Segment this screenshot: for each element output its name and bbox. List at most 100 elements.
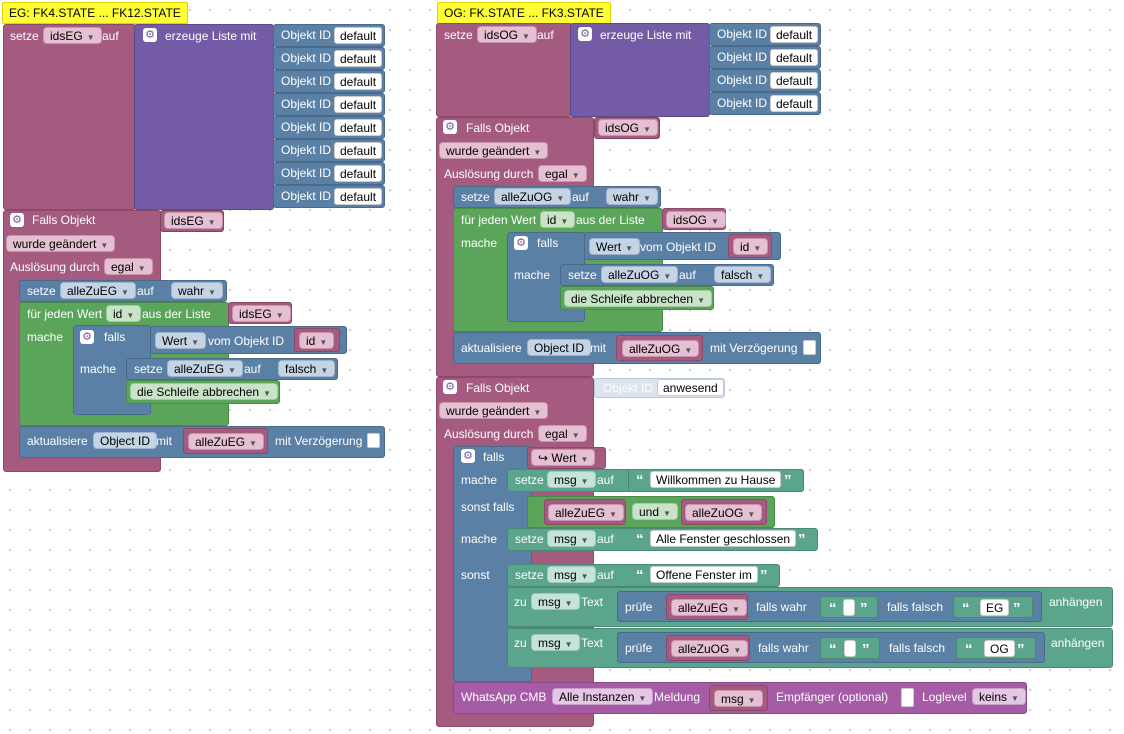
var-msg-dropdown[interactable]: msg ▼: [531, 634, 580, 651]
bool-true-dropdown[interactable]: wahr ▼: [171, 282, 223, 299]
var-msg-dropdown[interactable]: msg ▼: [714, 690, 763, 707]
break-dropdown[interactable]: die Schleife abbrechen ▼: [130, 383, 279, 400]
gear-icon[interactable]: ⚙: [443, 120, 457, 134]
comment-og[interactable]: OG: FK.STATE ... FK3.STATE: [437, 2, 611, 24]
var-alleZuEG-dropdown[interactable]: alleZuEG ▼: [671, 599, 747, 616]
bool-false-dropdown[interactable]: falsch ▼: [278, 360, 336, 377]
var-id-dropdown[interactable]: id ▼: [733, 238, 769, 255]
object-id-field[interactable]: default: [334, 188, 383, 205]
logic-op-dropdown[interactable]: und ▼: [632, 503, 678, 520]
set-label: setze: [515, 568, 544, 582]
object-id-field[interactable]: default: [334, 119, 383, 136]
text-EG[interactable]: EG: [980, 599, 1010, 616]
from-object-label: vom Objekt ID: [208, 334, 285, 348]
quote-open-icon: “: [829, 641, 837, 658]
quote-open-icon: “: [636, 472, 644, 489]
gear-icon[interactable]: ⚙: [143, 28, 157, 42]
text-welcome[interactable]: Willkommen zu Hause: [650, 471, 782, 488]
changed-dropdown[interactable]: wurde geändert ▼: [6, 235, 116, 252]
var-idsEG-dropdown[interactable]: idsEG ▼: [43, 27, 102, 44]
changed-dropdown[interactable]: wurde geändert ▼: [439, 142, 549, 159]
gear-icon[interactable]: ⚙: [443, 380, 457, 394]
append-label: anhängen: [1051, 636, 1105, 650]
var-idsEG-dropdown[interactable]: idsEG ▼: [164, 212, 223, 229]
whatsapp-label: WhatsApp CMB: [461, 690, 547, 704]
text-OG[interactable]: OG: [984, 640, 1015, 657]
comment-eg[interactable]: EG: FK4.STATE ... FK12.STATE: [2, 2, 188, 24]
object-id-label: Objekt ID: [717, 96, 768, 110]
var-alleZuEG-dropdown[interactable]: alleZuEG ▼: [548, 504, 624, 521]
changed-dropdown[interactable]: wurde geändert ▼: [439, 402, 549, 419]
to-label: auf: [137, 284, 154, 298]
value-type-dropdown[interactable]: Wert ▼: [589, 238, 641, 255]
var-msg-dropdown[interactable]: msg ▼: [531, 593, 580, 610]
set-label: setze: [515, 473, 544, 487]
gear-icon[interactable]: ⚙: [80, 330, 94, 344]
var-idsEG-dropdown[interactable]: idsEG ▼: [232, 305, 291, 322]
to-label: zu: [514, 595, 527, 609]
loop-var-dropdown[interactable]: id ▼: [540, 211, 576, 228]
object-id-field[interactable]: default: [334, 50, 383, 67]
var-msg-dropdown[interactable]: msg ▼: [547, 530, 596, 547]
object-id-field[interactable]: default: [334, 165, 383, 182]
object-id-field[interactable]: default: [770, 26, 819, 43]
if-label: falls: [483, 450, 505, 464]
object-id-dropdown[interactable]: Object ID: [527, 339, 592, 356]
object-id-field[interactable]: default: [334, 142, 383, 159]
quote-close-icon: ”: [798, 531, 806, 548]
var-alleZuEG-dropdown[interactable]: alleZuEG ▼: [188, 433, 264, 450]
trigger-by-label: Auslösung durch: [444, 167, 534, 181]
loglevel-dropdown[interactable]: keins ▼: [972, 688, 1026, 705]
text-open[interactable]: Offene Fenster im: [650, 566, 758, 583]
for-each-label: für jeden Wert: [461, 213, 537, 227]
var-alleZuOG-dropdown[interactable]: alleZuOG ▼: [622, 340, 700, 357]
var-alleZuOG-dropdown[interactable]: alleZuOG ▼: [671, 640, 749, 657]
recipient-label: Empfänger (optional): [776, 690, 889, 704]
var-msg-dropdown[interactable]: msg ▼: [547, 566, 596, 583]
var-alleZuEG-dropdown[interactable]: alleZuEG ▼: [167, 360, 243, 377]
recipient-socket[interactable]: [901, 688, 914, 707]
if-label: falls: [104, 330, 126, 344]
delay-checkbox[interactable]: [803, 340, 816, 355]
var-msg-dropdown[interactable]: msg ▼: [547, 471, 596, 488]
instances-dropdown[interactable]: Alle Instanzen ▼: [552, 688, 654, 705]
set-idsEG-block[interactable]: [3, 24, 136, 210]
object-id-field[interactable]: default: [334, 96, 383, 113]
text-empty[interactable]: [844, 640, 856, 657]
gear-icon[interactable]: ⚙: [10, 213, 24, 227]
var-alleZuOG-dropdown[interactable]: alleZuOG ▼: [494, 188, 572, 205]
text-empty[interactable]: [843, 599, 855, 616]
loop-var-dropdown[interactable]: id ▼: [106, 305, 142, 322]
object-id-field[interactable]: default: [334, 73, 383, 90]
with-delay-label: mit Verzögerung: [275, 434, 363, 448]
gear-icon[interactable]: ⚙: [461, 449, 475, 463]
var-alleZuEG-dropdown[interactable]: alleZuEG ▼: [60, 282, 136, 299]
bool-true-dropdown[interactable]: wahr ▼: [606, 188, 658, 205]
value-dropdown[interactable]: ↪ Wert ▼: [531, 449, 596, 466]
var-idsOG-dropdown[interactable]: idsOG ▼: [598, 119, 658, 136]
value-type-dropdown[interactable]: Wert ▼: [155, 332, 207, 349]
text-closed[interactable]: Alle Fenster geschlossen: [650, 530, 797, 547]
var-idsOG-dropdown[interactable]: idsOG ▼: [477, 26, 537, 43]
object-id-dropdown[interactable]: Object ID: [93, 432, 158, 449]
var-id-dropdown[interactable]: id ▼: [299, 332, 335, 349]
object-id-field[interactable]: default: [770, 95, 819, 112]
egal-dropdown[interactable]: egal ▼: [104, 258, 153, 275]
object-id-field[interactable]: anwesend: [657, 379, 724, 396]
object-id-field[interactable]: default: [770, 49, 819, 66]
egal-dropdown[interactable]: egal ▼: [538, 165, 587, 182]
bool-false-dropdown[interactable]: falsch ▼: [714, 266, 772, 283]
create-list-block[interactable]: [134, 24, 274, 210]
object-id-field[interactable]: default: [770, 72, 819, 89]
update-label: aktualisiere: [461, 341, 522, 355]
var-alleZuOG-dropdown[interactable]: alleZuOG ▼: [685, 504, 763, 521]
gear-icon[interactable]: ⚙: [514, 236, 528, 250]
delay-checkbox[interactable]: [367, 433, 380, 448]
var-idsOG-dropdown[interactable]: idsOG ▼: [666, 211, 726, 228]
object-id-field[interactable]: default: [334, 27, 383, 44]
gear-icon[interactable]: ⚙: [578, 27, 592, 41]
if-false-label: falls falsch: [889, 641, 946, 655]
var-alleZuOG-dropdown[interactable]: alleZuOG ▼: [601, 266, 679, 283]
break-dropdown[interactable]: die Schleife abbrechen ▼: [564, 290, 713, 307]
egal-dropdown[interactable]: egal ▼: [538, 425, 587, 442]
